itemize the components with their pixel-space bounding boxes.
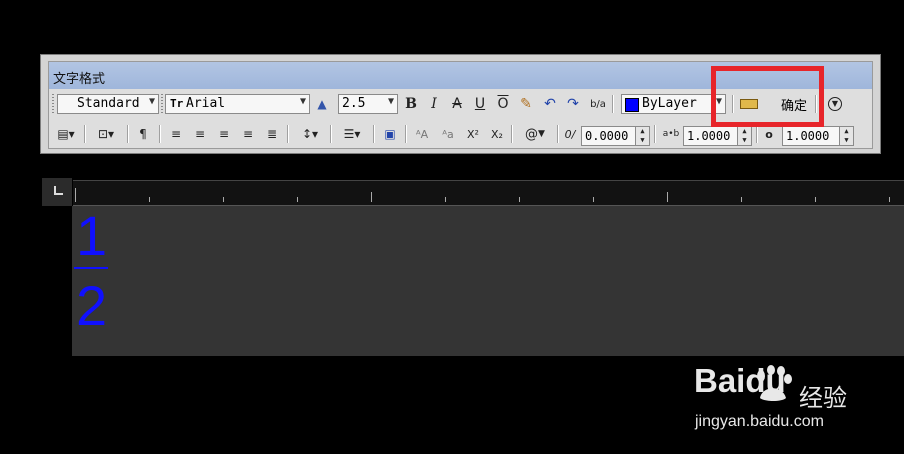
options-button[interactable]: ▼	[826, 94, 844, 114]
separator	[511, 125, 513, 143]
align-center-icon[interactable]: ≡	[191, 124, 209, 144]
symbol-label: @	[525, 126, 539, 142]
color-value: ByLayer	[642, 96, 697, 111]
subscript-button[interactable]: X₂	[487, 124, 507, 144]
separator	[612, 95, 614, 113]
row-grip	[161, 94, 163, 114]
width-factor-icon: o	[765, 127, 773, 141]
separator	[557, 125, 559, 143]
mtext-editor: 1 2	[42, 178, 904, 356]
line-spacing-button[interactable]: ↕▾	[295, 124, 325, 144]
fraction-denominator[interactable]: 2	[76, 276, 107, 336]
oblique-angle-value: 0.0000	[585, 129, 629, 143]
toolbar-title: 文字格式	[53, 72, 106, 87]
tracking-input[interactable]: 1.0000 ▲ ▼	[683, 126, 752, 146]
spinner-icon[interactable]: ▲ ▼	[737, 127, 751, 145]
justification-button[interactable]: ⊡▾	[91, 124, 121, 144]
overline-button[interactable]: O	[494, 94, 512, 114]
options-chevron-icon: ▼	[828, 97, 842, 111]
chevron-down-icon: ▼	[538, 129, 545, 139]
separator	[405, 125, 407, 143]
oblique-angle-icon: 0/	[564, 127, 576, 141]
separator	[287, 125, 289, 143]
align-right-icon[interactable]: ≡	[215, 124, 233, 144]
separator	[127, 125, 129, 143]
truetype-icon: Tr	[170, 97, 184, 110]
tab-type-corner[interactable]	[42, 178, 72, 206]
strikethrough-button[interactable]: A	[448, 94, 466, 114]
columns-button[interactable]: ▤▾	[53, 124, 79, 144]
left-tab-icon	[54, 186, 63, 195]
style-value: Standard	[77, 96, 140, 111]
font-value: Arial	[186, 96, 226, 111]
ruler-tick	[889, 197, 890, 202]
fraction-bar	[74, 267, 108, 269]
ruler-tick	[371, 192, 372, 202]
uppercase-icon[interactable]: ᴬA	[411, 124, 433, 144]
ruler[interactable]	[73, 180, 904, 206]
row-grip[interactable]	[52, 94, 54, 114]
insert-field-icon[interactable]: ▣	[381, 124, 399, 144]
chevron-down-icon: ▼	[148, 96, 155, 107]
ruler-tick	[149, 197, 150, 202]
separator	[654, 125, 656, 143]
paragraph-button[interactable]: ¶	[134, 124, 152, 144]
watermark-cn: 经验	[799, 384, 847, 412]
separator	[330, 125, 332, 143]
distribute-icon[interactable]: ≣	[263, 124, 281, 144]
stack-button[interactable]: b/a	[588, 94, 608, 114]
italic-button[interactable]: I	[425, 94, 443, 114]
spinner-icon[interactable]: ▲ ▼	[839, 127, 853, 145]
font-select[interactable]: Tr Arial ▼	[165, 94, 310, 114]
ruler-tick	[741, 197, 742, 202]
ruler-tick	[75, 188, 76, 202]
bold-button[interactable]: B	[402, 94, 420, 114]
text-edit-area[interactable]: 1 2	[72, 206, 904, 356]
style-select[interactable]: Standard ▼	[57, 94, 159, 114]
tracking-icon: a•b	[662, 129, 680, 139]
ruler-tick	[593, 197, 594, 202]
ruler-tick	[445, 197, 446, 202]
annotative-icon[interactable]: ▲	[313, 94, 331, 114]
ruler-tick	[223, 197, 224, 202]
superscript-button[interactable]: X²	[463, 124, 483, 144]
undo-button[interactable]: ↶	[541, 94, 559, 114]
ruler-tick	[667, 192, 668, 202]
separator	[159, 125, 161, 143]
ruler-tick	[297, 197, 298, 202]
ruler-tick	[519, 197, 520, 202]
highlight-box	[711, 66, 824, 127]
separator	[756, 125, 758, 143]
text-height-value: 2.5	[342, 96, 366, 111]
chevron-down-icon: ▼	[387, 96, 394, 107]
redo-button[interactable]: ↷	[564, 94, 582, 114]
ruler-tick	[815, 197, 816, 202]
underline-button[interactable]: U	[471, 94, 489, 114]
chevron-down-icon: ▼	[299, 96, 306, 107]
match-format-icon[interactable]: ✎	[517, 94, 535, 114]
fraction-numerator[interactable]: 1	[76, 206, 107, 266]
justify-icon[interactable]: ≡	[239, 124, 257, 144]
numbering-button[interactable]: ☰▾	[337, 124, 367, 144]
spinner-icon[interactable]: ▲ ▼	[635, 127, 649, 145]
color-swatch	[625, 98, 639, 112]
separator	[84, 125, 86, 143]
oblique-angle-input[interactable]: 0.0000 ▲ ▼	[581, 126, 650, 146]
width-factor-input[interactable]: 1.0000 ▲ ▼	[782, 126, 854, 146]
text-height-select[interactable]: 2.5 ▼	[338, 94, 398, 114]
baidu-paw-icon	[757, 365, 792, 401]
watermark-url: jingyan.baidu.com	[695, 413, 824, 430]
baidu-watermark: Baidu 经验 jingyan.baidu.com	[694, 362, 899, 440]
separator	[373, 125, 375, 143]
tracking-value: 1.0000	[687, 129, 731, 143]
width-factor-value: 1.0000	[786, 129, 830, 143]
symbol-button[interactable]: @ ▼	[519, 124, 551, 144]
align-left-icon[interactable]: ≡	[167, 124, 185, 144]
lowercase-icon[interactable]: ᴬa	[437, 124, 459, 144]
